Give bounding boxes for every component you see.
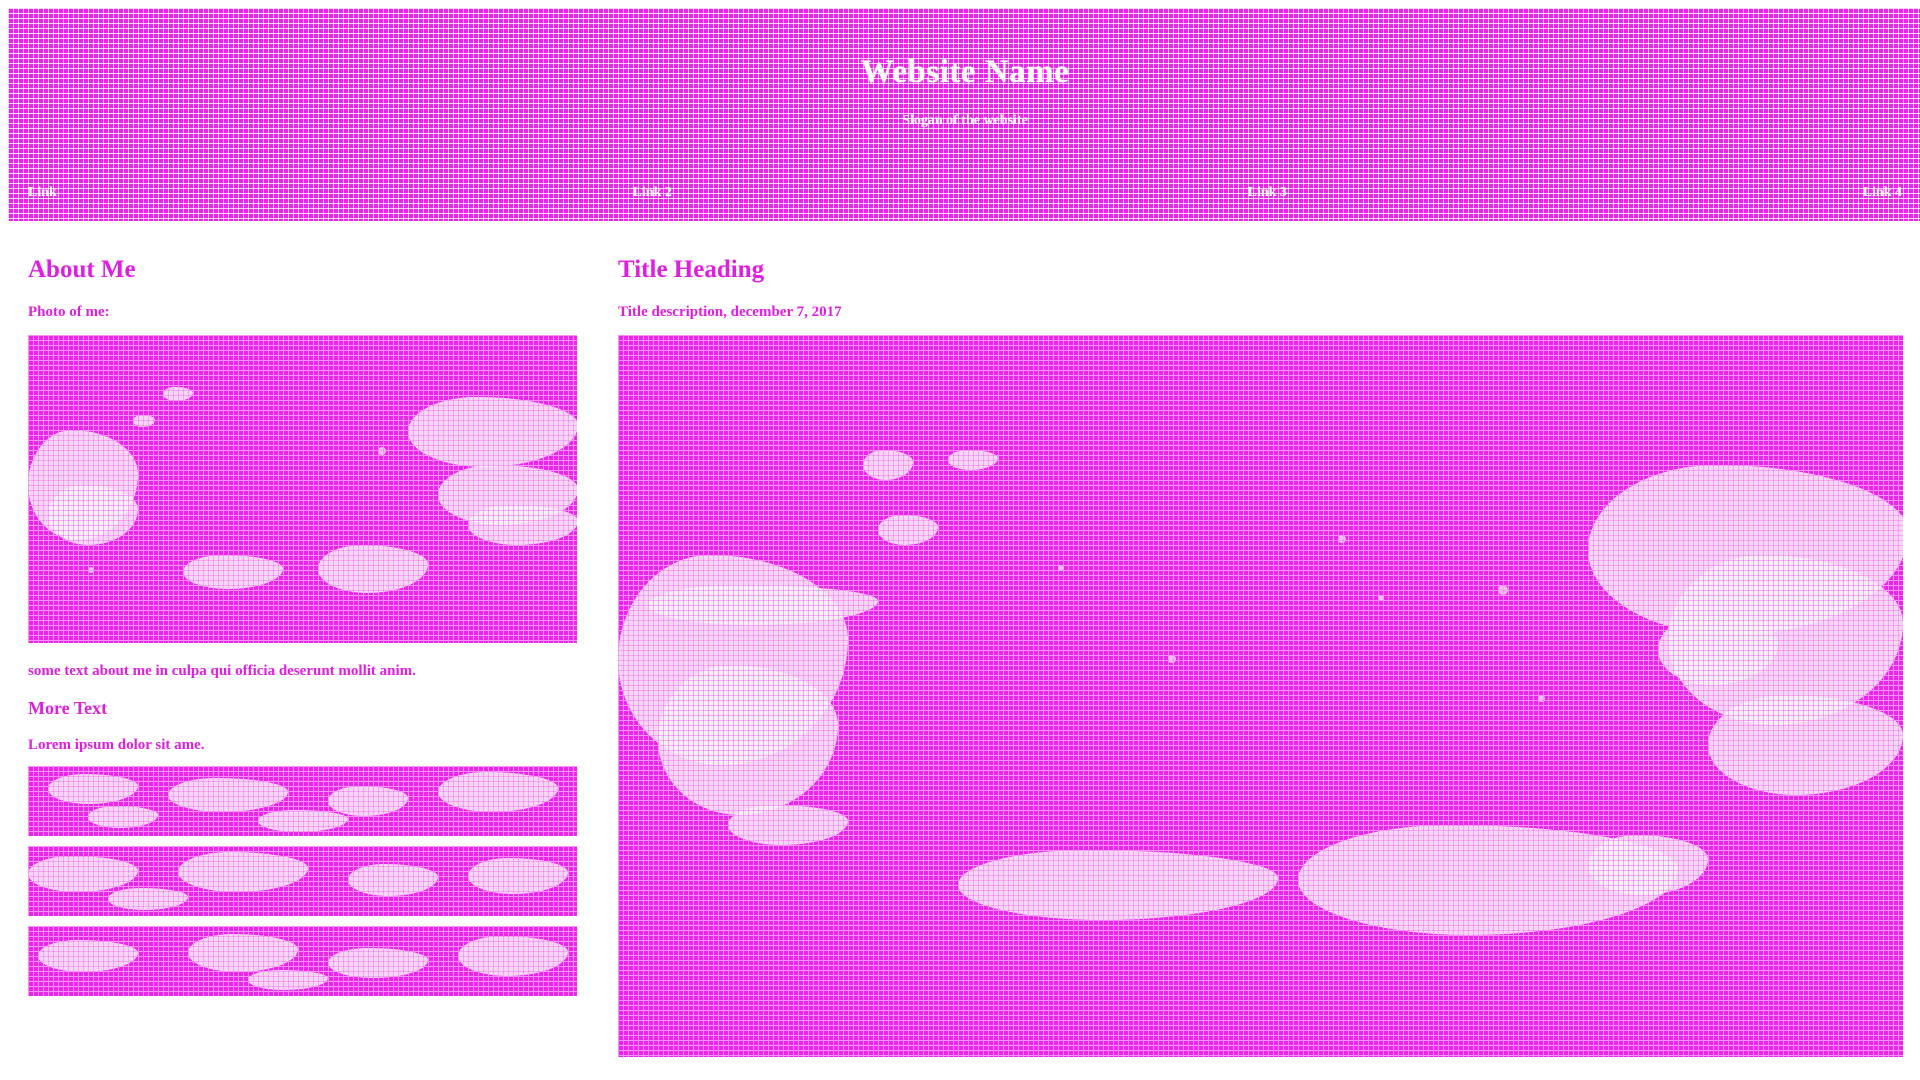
main-content: Title Heading Title description, decembe… xyxy=(618,256,1903,1057)
sidebar: About Me Photo of me: some text about me… xyxy=(28,256,578,996)
nav-link-4[interactable]: Link 4 xyxy=(1863,185,1902,201)
profile-photo xyxy=(28,335,577,643)
nav-link-1[interactable]: Link xyxy=(28,185,57,201)
photo-label: Photo of me: xyxy=(28,304,110,320)
more-text-heading: More Text xyxy=(28,698,108,718)
lorem-text: Lorem ipsum dolor sit ame. xyxy=(28,737,205,753)
nav-link-3[interactable]: Link 3 xyxy=(1248,185,1287,201)
site-slogan: Slogan of the website xyxy=(902,113,1028,128)
about-text: some text about me in culpa qui officia … xyxy=(28,663,416,679)
image-strip-3 xyxy=(28,926,577,996)
post-title: Title Heading xyxy=(618,256,765,283)
image-strip-1 xyxy=(28,766,577,836)
nav-link-2[interactable]: Link 2 xyxy=(633,185,672,201)
post-image xyxy=(618,335,1903,1057)
about-heading: About Me xyxy=(28,256,136,283)
site-header: Website Name Slogan of the website Link … xyxy=(8,8,1920,221)
post-description: Title description, december 7, 2017 xyxy=(618,304,842,320)
image-strip-2 xyxy=(28,846,577,916)
site-title: Website Name xyxy=(860,54,1070,90)
top-nav: Link Link 2 Link 3 Link 4 xyxy=(28,185,1902,201)
